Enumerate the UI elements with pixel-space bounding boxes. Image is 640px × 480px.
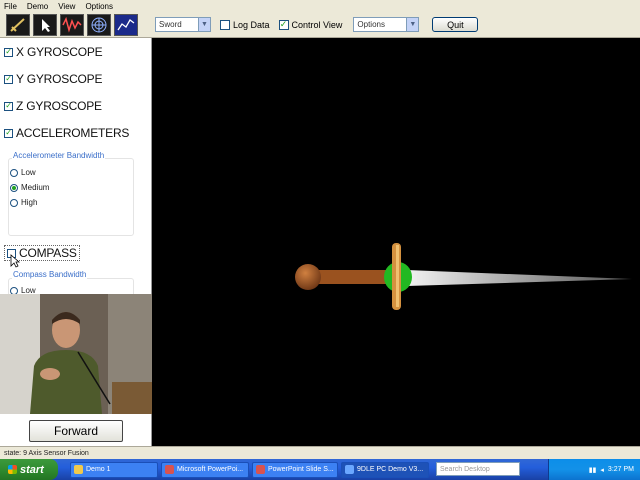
app-icon	[345, 465, 354, 474]
menu-bar: File Demo View Options	[0, 0, 640, 12]
grid-tool-icon	[91, 17, 107, 32]
3d-sword-view[interactable]	[152, 38, 640, 446]
bandwidth-medium-label: Medium	[21, 183, 50, 192]
z-gyroscope-label: Z GYROSCOPE	[16, 99, 102, 113]
bandwidth-low-label: Low	[21, 168, 36, 177]
start-label: start	[20, 463, 44, 476]
mode-select[interactable]: Sword ▼	[155, 17, 211, 32]
menu-options[interactable]: Options	[85, 2, 113, 11]
x-gyroscope-label: X GYROSCOPE	[16, 45, 103, 59]
z-gyroscope-section[interactable]: ✓ Z GYROSCOPE	[4, 99, 102, 113]
powerpoint-icon	[256, 465, 265, 474]
accelerometers-checkbox[interactable]: ✓	[4, 128, 13, 138]
x-gyroscope-checkbox[interactable]: ✓	[4, 47, 13, 57]
presenter-video	[0, 294, 160, 414]
radio-indicator[interactable]	[10, 168, 18, 177]
waveform-tool-icon	[62, 16, 82, 33]
taskbar: start Demo 1 Microsoft PowerPoi... Power…	[0, 459, 640, 480]
forward-area: Forward	[0, 414, 152, 446]
toolbar: Sword ▼ Log Data ✓ Control View Options …	[0, 12, 640, 38]
quit-button[interactable]: Quit	[432, 17, 479, 32]
log-data-label: Log Data	[233, 19, 270, 30]
taskbar-item-slideshow[interactable]: PowerPoint Slide S...	[252, 461, 338, 478]
chevron-down-icon: ▼	[406, 18, 419, 31]
bandwidth-high-label: High	[21, 198, 38, 207]
compass-low-radio[interactable]: Low	[10, 286, 36, 294]
sword-tool-button[interactable]	[6, 13, 30, 36]
task-label: 9DLE PC Demo V3...	[357, 466, 424, 473]
cursor-tool-icon	[42, 18, 50, 32]
compass-low-label: Low	[21, 286, 36, 294]
log-data-box[interactable]	[220, 19, 230, 30]
task-label: Microsoft PowerPoi...	[177, 466, 244, 473]
taskbar-item-powerpoint[interactable]: Microsoft PowerPoi...	[161, 461, 249, 478]
menu-demo[interactable]: Demo	[27, 2, 48, 11]
search-placeholder: Search Desktop	[440, 465, 490, 473]
control-view-label: Control View	[291, 19, 343, 30]
desktop-search-input[interactable]: Search Desktop	[436, 462, 520, 476]
system-tray: ▮▮ ◂ 3:27 PM	[548, 459, 640, 480]
status-text: state: 9 Axis Sensor Fusion	[4, 449, 89, 457]
windows-logo-icon	[8, 465, 17, 474]
log-data-checkbox[interactable]: Log Data	[220, 19, 270, 30]
task-label: Demo 1	[86, 466, 111, 473]
y-gyroscope-label: Y GYROSCOPE	[16, 72, 103, 86]
sword-model	[295, 243, 632, 310]
status-bar: state: 9 Axis Sensor Fusion	[0, 446, 640, 459]
volume-icon[interactable]: ◂	[600, 466, 604, 474]
cursor-tool-button[interactable]	[33, 13, 57, 36]
graph-tool-icon	[117, 18, 135, 30]
z-gyroscope-checkbox[interactable]: ✓	[4, 101, 13, 111]
task-label: PowerPoint Slide S...	[268, 466, 334, 473]
bandwidth-high-radio[interactable]: High	[10, 198, 37, 207]
chevron-down-icon: ▼	[198, 18, 210, 31]
mode-select-value: Sword	[159, 20, 182, 29]
bandwidth-low-radio[interactable]: Low	[10, 168, 36, 177]
control-view-checkbox[interactable]: ✓ Control View	[278, 19, 343, 30]
network-icon[interactable]: ▮▮	[589, 466, 597, 474]
y-gyroscope-checkbox[interactable]: ✓	[4, 74, 13, 84]
powerpoint-icon	[165, 465, 174, 474]
options-select-value: Options	[357, 20, 385, 29]
menu-file[interactable]: File	[4, 2, 17, 11]
radio-indicator[interactable]	[10, 286, 18, 294]
folder-icon	[74, 465, 83, 474]
bandwidth-medium-radio[interactable]: Medium	[10, 183, 49, 192]
accelerometers-section[interactable]: ✓ ACCELEROMETERS	[4, 126, 129, 140]
radio-indicator[interactable]	[10, 198, 18, 207]
radio-indicator[interactable]	[10, 183, 18, 192]
grid-tool-button[interactable]	[87, 13, 111, 36]
y-gyroscope-section[interactable]: ✓ Y GYROSCOPE	[4, 72, 102, 86]
control-view-box[interactable]: ✓	[278, 19, 289, 30]
compass-bandwidth-label: Compass Bandwidth	[12, 270, 88, 279]
sensor-panel: ✓ X GYROSCOPE ✓ Y GYROSCOPE ✓ Z GYROSCOP…	[0, 38, 152, 294]
clock[interactable]: 3:27 PM	[608, 466, 634, 473]
taskbar-item-demo1[interactable]: Demo 1	[70, 461, 158, 478]
options-select[interactable]: Options ▼	[353, 17, 420, 32]
compass-label: COMPASS	[19, 246, 77, 260]
mouse-cursor-icon	[10, 254, 20, 268]
presenter-image	[0, 294, 160, 414]
accelerometer-bandwidth-label: Accelerometer Bandwidth	[12, 151, 106, 160]
waveform-tool-button[interactable]	[60, 13, 84, 36]
accelerometers-label: ACCELEROMETERS	[16, 126, 130, 140]
start-button[interactable]: start	[0, 459, 58, 480]
graph-tool-button[interactable]	[114, 13, 138, 36]
menu-view[interactable]: View	[58, 2, 75, 11]
forward-button[interactable]: Forward	[29, 420, 123, 442]
taskbar-item-demo-app[interactable]: 9DLE PC Demo V3...	[341, 461, 429, 478]
sword-tool-icon	[10, 17, 25, 32]
x-gyroscope-section[interactable]: ✓ X GYROSCOPE	[4, 45, 103, 59]
